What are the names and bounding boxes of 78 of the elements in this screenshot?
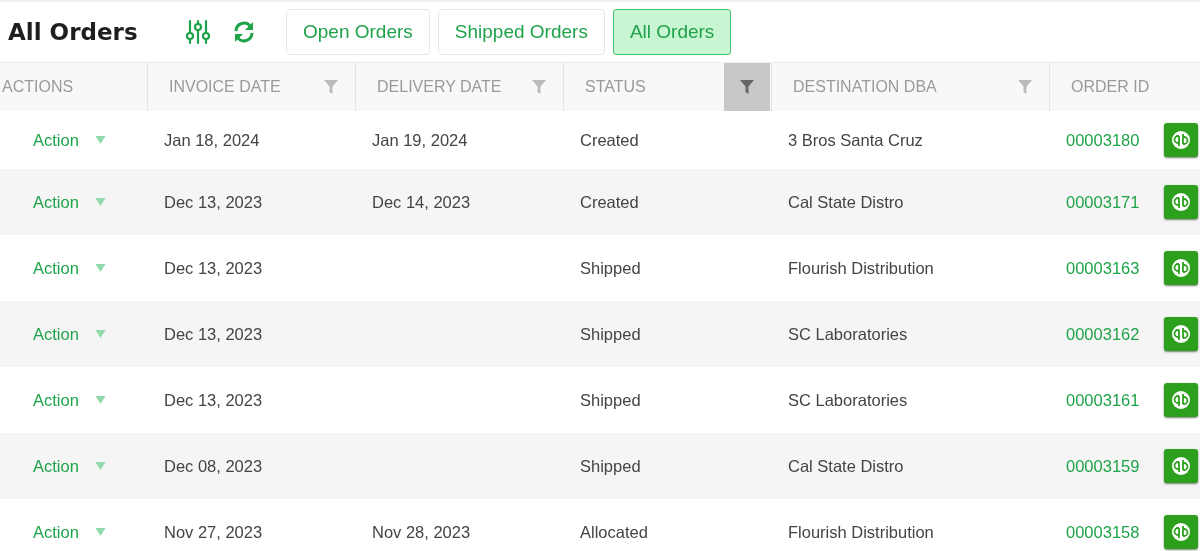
destination-name: Flourish Distribution	[788, 258, 934, 278]
order-id-link[interactable]: 00003161	[1066, 390, 1164, 410]
delivery-date: Dec 14, 2023	[372, 192, 471, 212]
order-id-link[interactable]: 00003180	[1066, 130, 1164, 150]
quickbooks-button[interactable]	[1164, 515, 1198, 549]
quickbooks-logo-icon	[1171, 522, 1191, 542]
quickbooks-button[interactable]	[1164, 251, 1198, 285]
filter-icon	[739, 79, 755, 95]
filter-icon	[1017, 79, 1033, 95]
caret-icon	[94, 396, 106, 404]
invoice-date: Dec 13, 2023	[164, 324, 263, 344]
column-label: ACTIONS	[2, 78, 74, 96]
destination-name: SC Laboratories	[788, 390, 908, 410]
action-dropdown[interactable]: Action	[33, 324, 106, 344]
filter-tab[interactable]: All Orders	[612, 9, 732, 55]
invoice-date: Dec 13, 2023	[164, 390, 263, 410]
order-id-link[interactable]: 00003159	[1066, 456, 1164, 476]
quickbooks-logo-icon	[1171, 390, 1191, 410]
column-header[interactable]: STATUS	[564, 63, 772, 111]
order-id-link[interactable]: 00003163	[1066, 258, 1164, 278]
quickbooks-button[interactable]	[1164, 383, 1198, 417]
destination-name: 3 Bros Santa Cruz	[788, 130, 923, 150]
column-label: DESTINATION DBA	[793, 78, 937, 96]
filter-tab[interactable]: Open Orders	[286, 9, 430, 55]
order-status: Shipped	[580, 258, 641, 278]
quickbooks-logo-icon	[1171, 130, 1191, 150]
caret-icon	[94, 198, 106, 206]
caret-icon	[94, 330, 106, 338]
order-status: Allocated	[580, 522, 648, 542]
invoice-date: Dec 08, 2023	[164, 456, 263, 476]
invoice-date: Dec 13, 2023	[164, 192, 263, 212]
page-title: All Orders	[8, 19, 139, 45]
sliders-icon[interactable]	[184, 18, 212, 46]
invoice-date: Jan 18, 2024	[164, 130, 260, 150]
quickbooks-logo-icon	[1171, 258, 1191, 278]
order-id-link[interactable]: 00003171	[1066, 192, 1164, 212]
order-status: Created	[580, 192, 639, 212]
order-status: Shipped	[580, 390, 641, 410]
destination-name: SC Laboratories	[788, 324, 908, 344]
filter-icon	[531, 79, 547, 95]
delivery-date: Jan 19, 2024	[372, 130, 468, 150]
action-dropdown[interactable]: Action	[33, 192, 106, 212]
caret-icon	[94, 462, 106, 470]
action-dropdown[interactable]: Action	[33, 390, 106, 410]
filter-icon	[323, 79, 339, 95]
quickbooks-logo-icon	[1171, 192, 1191, 212]
filter-tab[interactable]: Shipped Orders	[437, 9, 605, 55]
column-header[interactable]: ORDER ID	[1050, 63, 1200, 111]
quickbooks-button[interactable]	[1164, 317, 1198, 351]
action-dropdown[interactable]: Action	[33, 130, 106, 150]
delivery-date: Nov 28, 2023	[372, 522, 471, 542]
quickbooks-button[interactable]	[1164, 185, 1198, 219]
order-status: Created	[580, 130, 639, 150]
caret-icon	[94, 264, 106, 272]
destination-name: Cal State Distro	[788, 456, 904, 476]
action-dropdown[interactable]: Action	[33, 522, 106, 542]
caret-icon	[94, 136, 106, 144]
filter-button[interactable]	[724, 63, 770, 111]
refresh-icon[interactable]	[232, 20, 256, 44]
order-status: Shipped	[580, 456, 641, 476]
action-dropdown[interactable]: Action	[33, 456, 106, 476]
order-id-link[interactable]: 00003162	[1066, 324, 1164, 344]
column-label: STATUS	[585, 78, 646, 96]
quickbooks-logo-icon	[1171, 456, 1191, 476]
quickbooks-button[interactable]	[1164, 449, 1198, 483]
action-dropdown[interactable]: Action	[33, 258, 106, 278]
order-status: Shipped	[580, 324, 641, 344]
column-label: ORDER ID	[1071, 78, 1150, 96]
destination-name: Flourish Distribution	[788, 522, 934, 542]
caret-icon	[94, 528, 106, 536]
column-label: DELIVERY DATE	[377, 78, 502, 96]
destination-name: Cal State Distro	[788, 192, 904, 212]
invoice-date: Dec 13, 2023	[164, 258, 263, 278]
invoice-date: Nov 27, 2023	[164, 522, 263, 542]
column-label: INVOICE DATE	[169, 78, 281, 96]
quickbooks-button[interactable]	[1164, 123, 1198, 157]
order-id-link[interactable]: 00003158	[1066, 522, 1164, 542]
quickbooks-logo-icon	[1171, 324, 1191, 344]
